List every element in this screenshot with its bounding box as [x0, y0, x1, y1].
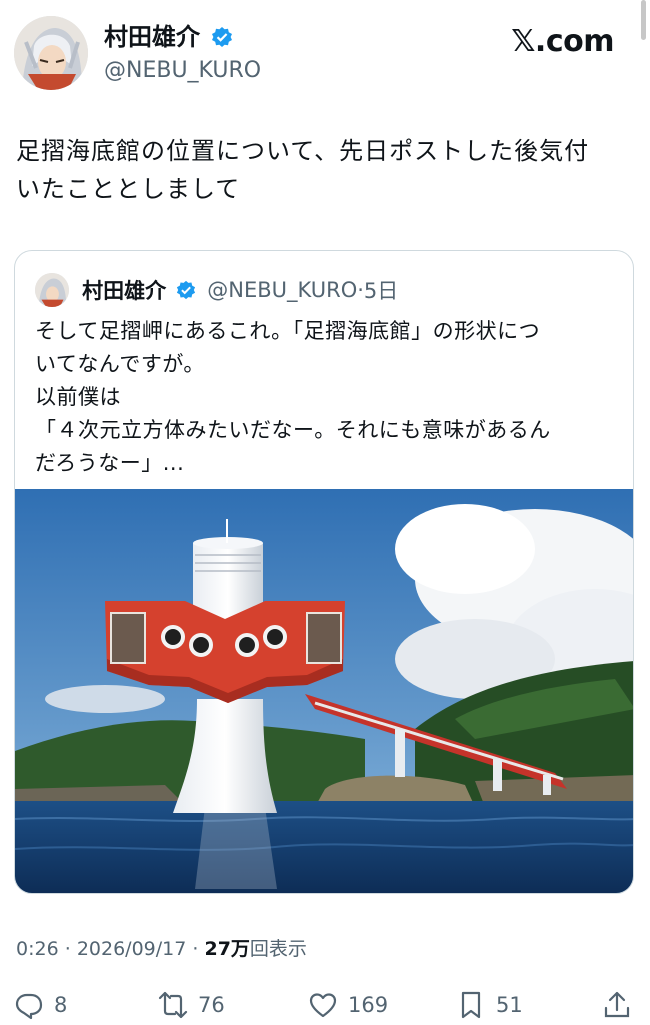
post-date[interactable]: 2026/09/17	[77, 938, 187, 960]
action-bar: 8 76 169 51	[0, 984, 650, 1024]
separator: ·	[357, 278, 364, 302]
author-names: 村田雄介 @NEBU_KURO	[104, 22, 261, 86]
reply-count: 8	[54, 993, 68, 1017]
quoted-text-line: 「４次元立方体みたいだなー。それにも意味があるん	[35, 418, 551, 442]
quoted-author-avatar	[35, 273, 69, 307]
quoted-post-time: 5日	[363, 279, 399, 303]
quoted-text-line: 以前僕は	[35, 385, 121, 409]
quoted-text-line: そして足摺岬にあるこれ。「足摺海底館」の形状につ	[35, 319, 541, 343]
quoted-text-line: だろうなー」...	[35, 451, 185, 475]
post-text-line: いたこととしまして	[16, 175, 241, 203]
author-display-name[interactable]: 村田雄介	[104, 22, 200, 52]
separator: ·	[192, 938, 199, 960]
post-time[interactable]: 0:26	[16, 938, 59, 960]
quoted-post-image[interactable]	[15, 489, 633, 893]
post-text: 足摺海底館の位置について、先日ポストした後気付 いたこととしまして	[16, 132, 636, 208]
share-button[interactable]	[602, 988, 632, 1022]
author-avatar[interactable]	[14, 16, 88, 90]
heart-icon	[309, 993, 337, 1018]
author-handle[interactable]: @NEBU_KURO	[104, 56, 261, 86]
repost-count: 76	[198, 993, 225, 1017]
quoted-post-card[interactable]: 村田雄介 @NEBU_KURO·5日 そして足摺岬にあるこれ。「足摺海底館」の形…	[14, 250, 634, 894]
view-count-label: 回表示	[249, 938, 307, 960]
quoted-post-header: 村田雄介 @NEBU_KURO·5日	[35, 273, 398, 307]
bookmark-button[interactable]: 51	[456, 988, 523, 1022]
view-count: 27万	[204, 938, 250, 960]
reply-icon	[15, 993, 43, 1020]
post-meta: 0:26 · 2026/09/17 · 27万回表示	[16, 934, 307, 961]
verified-badge-icon	[212, 27, 233, 47]
repost-button[interactable]: 76	[158, 988, 225, 1022]
bookmark-count: 51	[496, 993, 523, 1017]
share-icon	[604, 991, 630, 1018]
quoted-post-text: そして足摺岬にあるこれ。「足摺海底館」の形状につ いてなんですが。 以前僕は 「…	[35, 315, 615, 480]
bookmark-icon	[461, 991, 481, 1019]
quoted-text-line: いてなんですが。	[35, 352, 205, 376]
post-text-line: 足摺海底館の位置について、先日ポストした後気付	[16, 137, 590, 165]
repost-icon	[158, 991, 188, 1019]
verified-badge-icon	[177, 280, 196, 300]
like-count: 169	[348, 993, 389, 1017]
like-button[interactable]: 169	[308, 988, 388, 1022]
reply-button[interactable]: 8	[14, 988, 67, 1022]
quoted-author-handle: @NEBU_KURO	[207, 278, 358, 302]
separator: ·	[64, 938, 71, 960]
post-header: 村田雄介 @NEBU_KURO 𝕏.com	[14, 16, 636, 92]
x-logo[interactable]: 𝕏.com	[511, 24, 614, 59]
scrollbar[interactable]	[641, 0, 646, 40]
quoted-author-display-name: 村田雄介	[82, 279, 167, 303]
